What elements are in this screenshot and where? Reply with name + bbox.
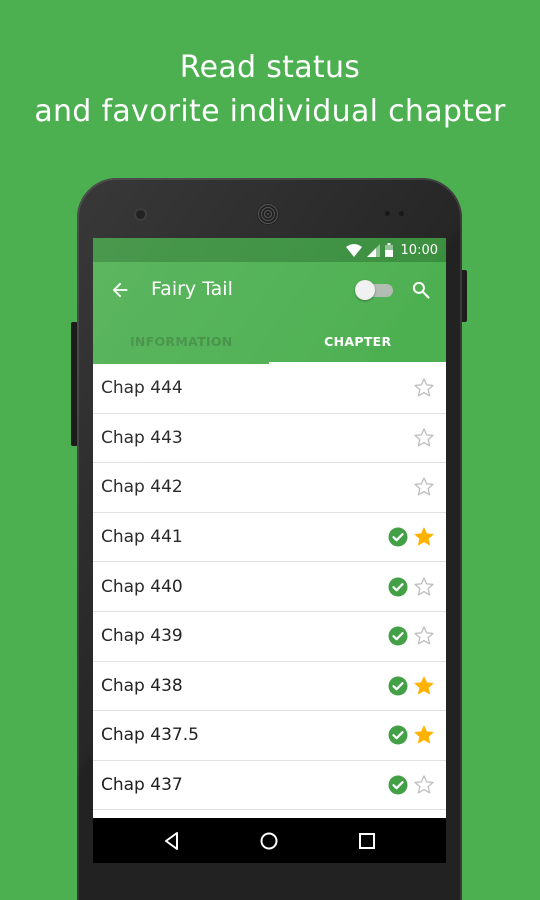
toggle-knob	[355, 280, 375, 300]
star-outline-icon[interactable]	[413, 774, 435, 796]
chapter-label: Chap 443	[101, 427, 183, 448]
headline-line-2: and favorite individual chapter	[34, 94, 506, 129]
chapter-row[interactable]: Chap 437	[93, 761, 446, 811]
star-outline-icon[interactable]	[413, 576, 435, 598]
star-filled-icon[interactable]	[413, 724, 435, 746]
page-title: Fairy Tail	[151, 278, 233, 300]
star-outline-icon[interactable]	[413, 427, 435, 449]
arrow-left-icon[interactable]	[109, 279, 131, 301]
star-outline-icon[interactable]	[413, 625, 435, 647]
chapter-label: Chap 441	[101, 527, 183, 548]
star-filled-icon[interactable]	[413, 675, 435, 697]
app-bar: Fairy Tail	[93, 262, 446, 318]
light-sensor	[399, 211, 404, 216]
status-bar: 10:00	[93, 238, 446, 262]
app-screen: 10:00 Fairy Tail INFORMATION CHAPTER Cha…	[93, 238, 446, 863]
star-outline-icon[interactable]	[413, 476, 435, 498]
read-filter-toggle[interactable]	[355, 280, 393, 300]
proximity-sensor	[385, 211, 390, 216]
chapter-row[interactable]: Chap 442	[93, 463, 446, 513]
chapter-row[interactable]: Chap 443	[93, 414, 446, 464]
star-filled-icon[interactable]	[413, 526, 435, 548]
read-check-icon[interactable]	[388, 775, 408, 795]
chapter-label: Chap 437.5	[101, 725, 199, 746]
wifi-icon	[345, 243, 362, 257]
chapter-label: Chap 442	[101, 477, 183, 498]
home-circle-icon[interactable]	[259, 831, 279, 851]
star-outline-icon[interactable]	[413, 377, 435, 399]
chapter-row[interactable]: Chap 444	[93, 364, 446, 414]
headline-line-1: Read status	[179, 50, 361, 85]
read-check-icon[interactable]	[388, 725, 408, 745]
chapter-label: Chap 439	[101, 626, 183, 647]
tab-bar: INFORMATION CHAPTER	[93, 318, 446, 364]
read-check-icon[interactable]	[388, 577, 408, 597]
chapter-row[interactable]: Chap 441	[93, 513, 446, 563]
chapter-label: Chap 440	[101, 576, 183, 597]
back-triangle-icon[interactable]	[162, 831, 182, 851]
status-time: 10:00	[400, 242, 438, 258]
phone-frame: 10:00 Fairy Tail INFORMATION CHAPTER Cha…	[77, 178, 462, 900]
read-check-icon[interactable]	[388, 626, 408, 646]
chapter-row[interactable]: Chap 440	[93, 562, 446, 612]
tab-information[interactable]: INFORMATION	[93, 318, 270, 364]
chapter-label: Chap 444	[101, 378, 183, 399]
chapter-row[interactable]: Chap 438	[93, 662, 446, 712]
earpiece-speaker	[257, 203, 279, 225]
read-check-icon[interactable]	[388, 676, 408, 696]
chapter-row[interactable]: Chap 437.5	[93, 711, 446, 761]
recents-square-icon[interactable]	[357, 831, 377, 851]
tab-chapter[interactable]: CHAPTER	[270, 318, 447, 364]
read-check-icon[interactable]	[388, 527, 408, 547]
navigation-bar	[93, 818, 446, 863]
chapter-label: Chap 438	[101, 675, 183, 696]
chapter-list: Chap 444 Chap 443 Chap 442 Chap 441 Chap 440…	[93, 364, 446, 811]
search-icon[interactable]	[411, 280, 431, 300]
cell-signal-icon	[366, 243, 380, 257]
chapter-row[interactable]: Chap 439	[93, 612, 446, 662]
chapter-label: Chap 437	[101, 775, 183, 796]
battery-icon	[384, 243, 393, 257]
front-camera	[136, 210, 145, 219]
headline: Read status and favorite individual chap…	[0, 46, 540, 134]
